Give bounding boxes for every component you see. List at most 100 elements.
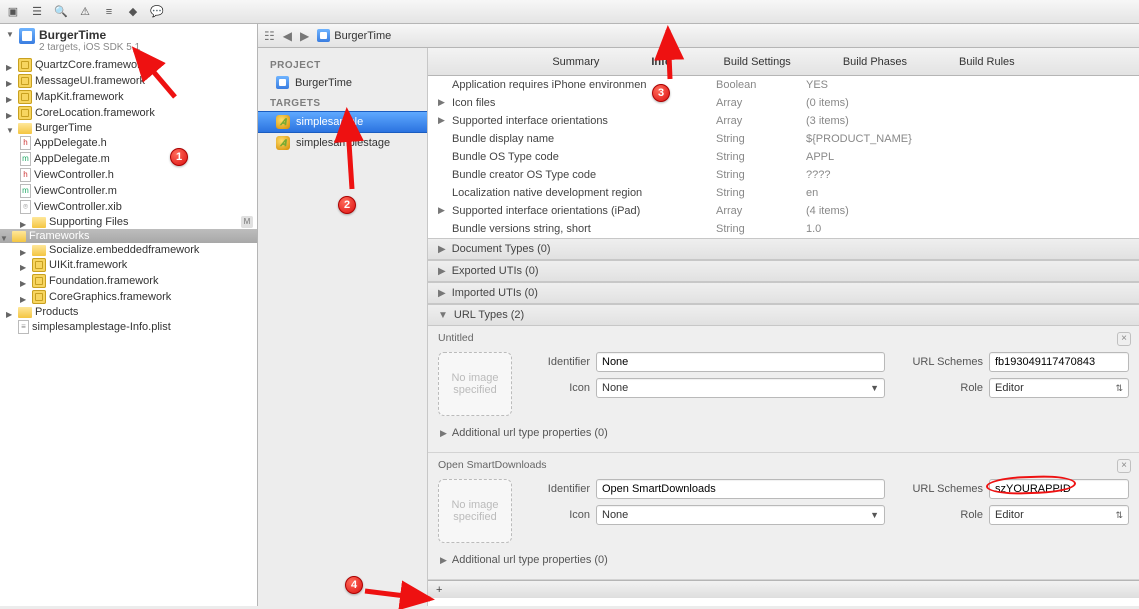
nav-item[interactable]: Foundation.framework (14, 273, 257, 289)
section-exported-utis[interactable]: ▶Exported UTIs (0) (428, 261, 1139, 282)
target-item[interactable]: simplesamplestage (258, 133, 427, 153)
tab-info[interactable]: Info (645, 52, 677, 72)
image-well[interactable]: No image specified (438, 352, 512, 416)
tag-icon[interactable]: ≡ (100, 3, 118, 21)
additional-props-toggle[interactable]: ▶Additional url type properties (0) (438, 551, 1129, 569)
url-schemes-field[interactable] (989, 352, 1129, 372)
info-plist-table[interactable]: Application requires iPhone environmenBo… (428, 76, 1139, 238)
project-targets-list: PROJECT BurgerTime TARGETS simplesample … (258, 48, 428, 606)
nav-item[interactable]: ViewController.xib (14, 199, 257, 215)
schemes-label: URL Schemes (899, 483, 983, 495)
plist-file-icon (18, 320, 29, 334)
search-icon[interactable]: 🔍 (52, 3, 70, 21)
nav-item[interactable]: AppDelegate.m (14, 151, 257, 167)
additional-props-toggle[interactable]: ▶Additional url type properties (0) (438, 424, 1129, 442)
nav-item[interactable]: AppDelegate.h (14, 135, 257, 151)
nav-item[interactable]: QuartzCore.framework (0, 57, 257, 73)
framework-icon (32, 274, 46, 288)
nav-group-frameworks[interactable]: Frameworks (0, 229, 257, 243)
identifier-field[interactable] (596, 479, 885, 499)
project-navigator[interactable]: BurgerTime 2 targets, iOS SDK 5.1 Quartz… (0, 24, 258, 606)
project-item[interactable]: BurgerTime (258, 73, 427, 92)
identifier-field[interactable] (596, 352, 885, 372)
table-row[interactable]: Bundle creator OS Type codeString???? (428, 166, 1139, 184)
section-document-types[interactable]: ▶Document Types (0) (428, 239, 1139, 260)
chevron-right-icon[interactable] (20, 277, 29, 286)
nav-item[interactable]: Supporting FilesM (14, 215, 257, 229)
breadcrumb[interactable]: BurgerTime (317, 29, 391, 42)
nav-group-products[interactable]: Products (0, 305, 257, 319)
framework-icon (18, 74, 32, 88)
header-file-icon (20, 136, 31, 150)
role-select[interactable]: Editor⇅ (989, 505, 1129, 525)
tab-build-rules[interactable]: Build Rules (953, 52, 1021, 72)
tab-build-phases[interactable]: Build Phases (837, 52, 913, 72)
forward-icon[interactable]: ▶ (300, 29, 309, 43)
remove-url-type-button[interactable]: × (1117, 332, 1131, 346)
chevron-right-icon[interactable] (20, 218, 29, 227)
chevron-right-icon[interactable] (6, 308, 15, 317)
table-row[interactable]: ▶Supported interface orientations (iPad)… (428, 202, 1139, 220)
nav-item[interactable]: ViewController.h (14, 167, 257, 183)
url-type-entry: × Open SmartDownloads No image specified… (428, 453, 1139, 580)
icon-select[interactable]: None▼ (596, 505, 885, 525)
table-row[interactable]: Bundle OS Type codeStringAPPL (428, 148, 1139, 166)
role-select[interactable]: Editor⇅ (989, 378, 1129, 398)
target-item[interactable]: simplesample (258, 111, 427, 133)
plus-icon[interactable]: + (436, 584, 442, 596)
folder-icon (12, 231, 26, 242)
related-items-icon[interactable]: ☷ (264, 29, 275, 43)
tab-build-settings[interactable]: Build Settings (718, 52, 797, 72)
section-imported-utis[interactable]: ▶Imported UTIs (0) (428, 283, 1139, 304)
nav-item[interactable]: MapKit.framework (0, 89, 257, 105)
icon-select[interactable]: None▼ (596, 378, 885, 398)
chevron-down-icon: ▼ (866, 383, 879, 393)
log-icon[interactable]: 💬 (148, 3, 166, 21)
folder-icon (32, 245, 46, 256)
xcodeproj-icon (317, 29, 330, 42)
nav-group[interactable]: BurgerTime (0, 121, 257, 135)
nav-item[interactable]: Socialize.embeddedframework (14, 243, 257, 257)
impl-file-icon (20, 152, 31, 166)
chevron-down-icon[interactable] (6, 124, 15, 133)
nav-item[interactable]: ViewController.m (14, 183, 257, 199)
nav-item[interactable]: CoreGraphics.framework (14, 289, 257, 305)
chevron-down-icon[interactable] (0, 232, 9, 241)
icon-label: Icon (526, 509, 590, 521)
chevron-right-icon[interactable] (6, 77, 15, 86)
chevron-right-icon[interactable] (20, 246, 29, 255)
nav-item[interactable]: MessageUI.framework (0, 73, 257, 89)
image-well[interactable]: No image specified (438, 479, 512, 543)
nav-item[interactable]: UIKit.framework (14, 257, 257, 273)
breakpoint-icon[interactable]: ◆ (124, 3, 142, 21)
table-row[interactable]: Bundle display nameString${PRODUCT_NAME} (428, 130, 1139, 148)
folder-icon (32, 217, 46, 228)
nav-item[interactable]: CoreLocation.framework (0, 105, 257, 121)
remove-url-type-button[interactable]: × (1117, 459, 1131, 473)
table-row[interactable]: Localization native development regionSt… (428, 184, 1139, 202)
table-row[interactable]: ▶Supported interface orientationsArray(3… (428, 112, 1139, 130)
chevron-right-icon[interactable] (6, 61, 15, 70)
table-row[interactable]: Application requires iPhone environmenBo… (428, 76, 1139, 94)
framework-icon (18, 90, 32, 104)
warning-icon[interactable]: ⚠ (76, 3, 94, 21)
section-url-types[interactable]: ▼URL Types (2) (428, 305, 1139, 326)
run-icon[interactable]: ▣ (4, 3, 22, 21)
navigator-toolbar: ▣ ☰ 🔍 ⚠ ≡ ◆ 💬 (0, 0, 1139, 24)
back-icon[interactable]: ◀ (283, 29, 292, 43)
chevron-right-icon[interactable] (6, 109, 15, 118)
chevron-right-icon[interactable] (20, 261, 29, 270)
nav-item[interactable]: simplesamplestage-Info.plist (0, 319, 257, 335)
chevron-right-icon[interactable] (20, 293, 29, 302)
url-schemes-field[interactable] (989, 479, 1129, 499)
table-row[interactable]: ▶Icon filesArray(0 items) (428, 94, 1139, 112)
chevron-right-icon[interactable] (6, 93, 15, 102)
layers-icon[interactable]: ☰ (28, 3, 46, 21)
jump-bar: ☷ ◀ ▶ BurgerTime (258, 24, 1139, 48)
add-url-type-bar[interactable]: + (428, 580, 1139, 598)
table-row[interactable]: Bundle versions string, shortString1.0 (428, 220, 1139, 238)
tab-summary[interactable]: Summary (546, 52, 605, 72)
target-editor: Summary Info Build Settings Build Phases… (428, 48, 1139, 606)
project-row[interactable]: BurgerTime 2 targets, iOS SDK 5.1 (0, 24, 257, 57)
chevron-down-icon[interactable] (6, 28, 15, 37)
